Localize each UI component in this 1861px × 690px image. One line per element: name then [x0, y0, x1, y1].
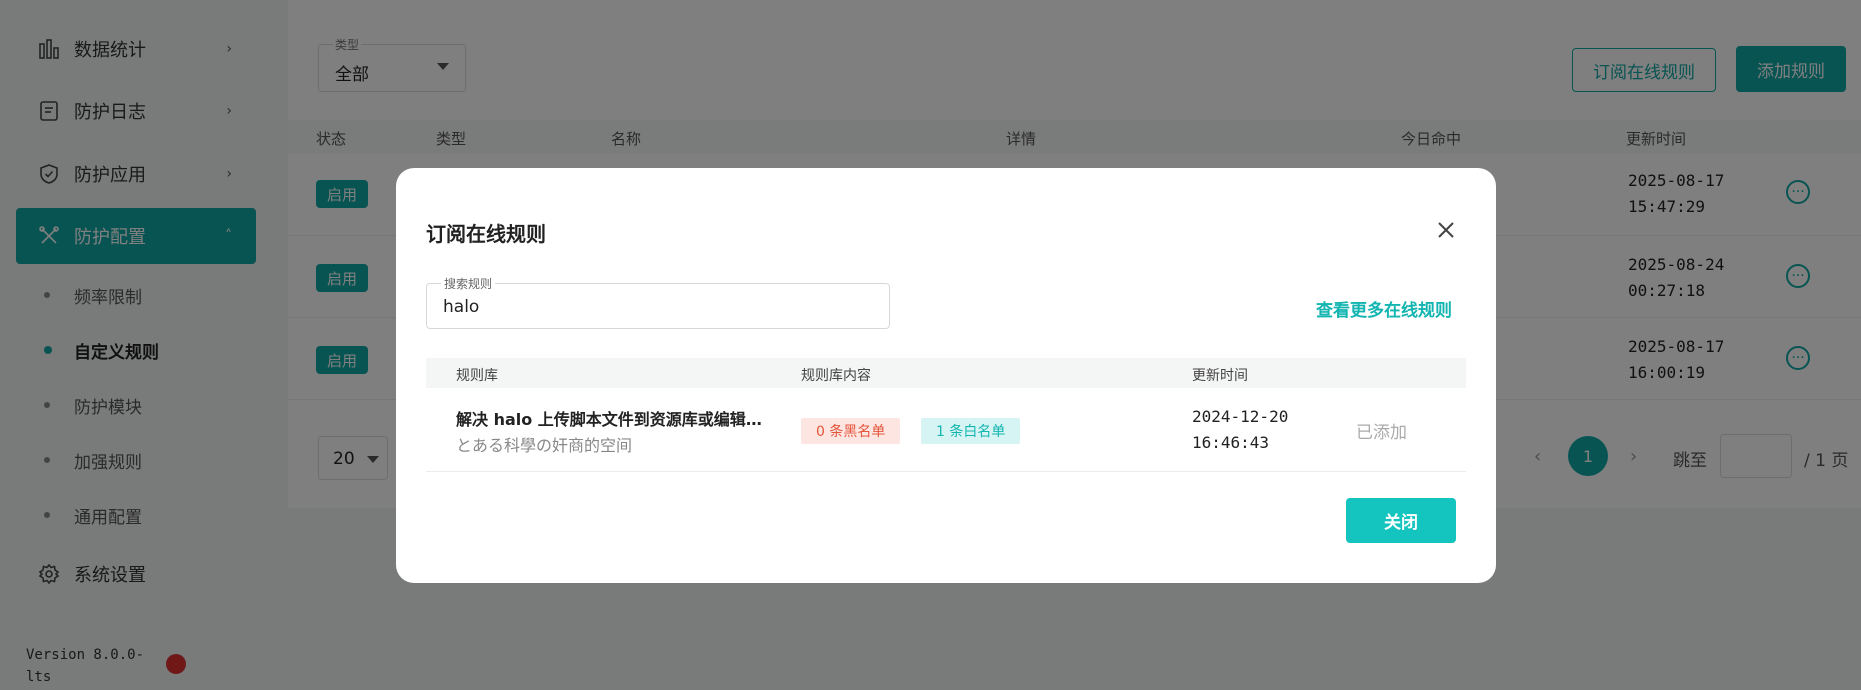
updated-clock: 16:46:43	[1192, 433, 1270, 452]
rule-lib-name: 解决 halo 上传脚本文件到资源库或编辑文章时误拦截的问题	[456, 410, 776, 429]
close-button[interactable]: 关闭	[1346, 498, 1456, 543]
blacklist-count-badge: 0 条黑名单	[801, 418, 901, 444]
table-row: 解决 halo 上传脚本文件到资源库或编辑文章时误拦截的问题 とある科學の奸商的…	[426, 388, 1466, 472]
added-status: 已添加	[1356, 423, 1407, 443]
subscribe-rules-dialog: 订阅在线规则 搜索规则 查看更多在线规则 规则库 规则库内容 更新时间 解决 h…	[396, 168, 1496, 583]
col-header: 更新时间	[1192, 368, 1248, 384]
col-header: 规则库内容	[801, 368, 871, 384]
more-online-rules-link[interactable]: 查看更多在线规则	[1316, 296, 1452, 321]
col-header: 规则库	[456, 368, 498, 384]
search-input[interactable]	[443, 294, 863, 320]
close-icon[interactable]	[1432, 216, 1460, 244]
updated-date: 2024-12-20	[1192, 407, 1289, 426]
whitelist-count-badge: 1 条白名单	[921, 418, 1021, 444]
dialog-title: 订阅在线规则	[426, 222, 546, 246]
search-label: 搜索规则	[441, 275, 496, 292]
rule-lib-updated: 2024-12-20 16:46:43	[1192, 404, 1288, 456]
search-field: 搜索规则	[426, 275, 890, 329]
rule-lib-author: とある科學の奸商的空间	[456, 436, 633, 455]
dialog-table-header: 规则库 规则库内容 更新时间	[426, 358, 1466, 388]
